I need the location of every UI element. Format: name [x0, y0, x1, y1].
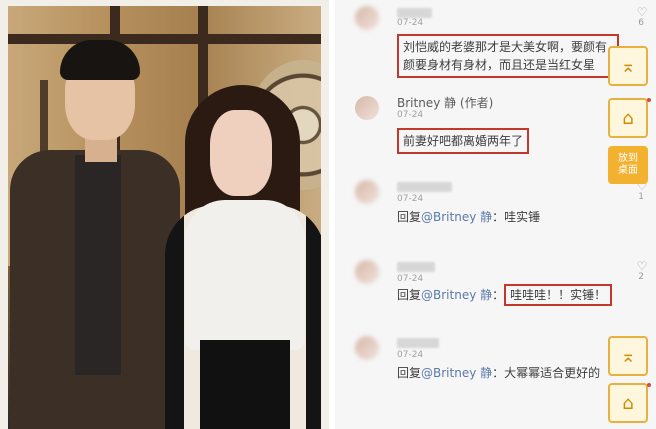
reply-mention[interactable]: @Britney 静	[421, 288, 492, 302]
comment-date: 07-24	[397, 350, 424, 360]
like-count: 1	[638, 192, 644, 202]
add-to-desktop-label: 放到 桌面	[618, 153, 638, 176]
scroll-to-top-button[interactable]: ⌅	[608, 336, 648, 376]
reply-body: ：大幂幂适合更好的	[492, 366, 601, 380]
comment-item: 07-24 回复@Britney 静： 哇哇哇！！实锤！ ♡ 2	[335, 252, 656, 322]
reply-text: 回复@Britney 静： 哇哇哇！！实锤！	[397, 284, 613, 306]
comment-date: 07-24	[397, 194, 424, 204]
comment-item: 07-24 回复@Britney 静：哇实锤 ♡ 1	[335, 172, 656, 242]
reply-body: ：哇实锤	[492, 210, 541, 224]
reply-body: ：	[492, 288, 505, 302]
home-icon: ⌂	[622, 392, 634, 414]
comment-username[interactable]: Britney 静 (作者)	[397, 94, 493, 111]
blurred-username	[397, 182, 452, 192]
avatar	[355, 6, 379, 30]
comment-date: 07-24	[397, 274, 424, 284]
home-icon: ⌂	[622, 107, 634, 129]
reply-text: 回复@Britney 静：大幂幂适合更好的	[397, 364, 600, 382]
home-button[interactable]: ⌂	[608, 383, 648, 423]
arrow-up-to-top-icon: ⌅	[620, 55, 636, 77]
avatar	[355, 260, 379, 284]
reply-prefix: 回复	[397, 366, 422, 380]
reply-prefix: 回复	[397, 288, 422, 302]
add-to-desktop-button[interactable]: 放到 桌面	[608, 146, 648, 184]
comment-date: 07-24	[397, 18, 424, 28]
blurred-username	[397, 262, 435, 272]
comment-date: 07-24	[397, 110, 424, 120]
reply-prefix: 回复	[397, 210, 422, 224]
reply-mention[interactable]: @Britney 静	[421, 210, 492, 224]
like-icon[interactable]: ♡	[636, 260, 648, 272]
like-count: 6	[638, 18, 644, 28]
photo-frame	[0, 0, 329, 429]
scroll-to-top-button[interactable]: ⌅	[608, 46, 648, 86]
home-button[interactable]: ⌂	[608, 98, 648, 138]
reply-mention[interactable]: @Britney 静	[421, 366, 492, 380]
notification-dot	[647, 98, 651, 102]
photo-panel	[0, 0, 329, 429]
like-icon[interactable]: ♡	[636, 6, 648, 18]
reply-text: 回复@Britney 静：哇实锤	[397, 208, 540, 226]
comments-screenshot: 07-24 刘恺威的老婆那才是大美女啊，要颜有颜要身材有身材，而且还是当红女星 …	[335, 0, 656, 429]
comment-text: 刘恺威的老婆那才是大美女啊，要颜有颜要身材有身材，而且还是当红女星	[397, 34, 619, 78]
like-count: 2	[638, 272, 644, 282]
blurred-username	[397, 8, 432, 18]
blurred-username	[397, 338, 439, 348]
avatar	[355, 96, 379, 120]
avatar	[355, 336, 379, 360]
arrow-up-to-top-icon: ⌅	[620, 345, 636, 367]
reply-highlight: 哇哇哇！！实锤！	[504, 284, 613, 306]
avatar	[355, 180, 379, 204]
comment-text: 前妻好吧都离婚两年了	[397, 128, 530, 154]
notification-dot	[647, 383, 651, 387]
